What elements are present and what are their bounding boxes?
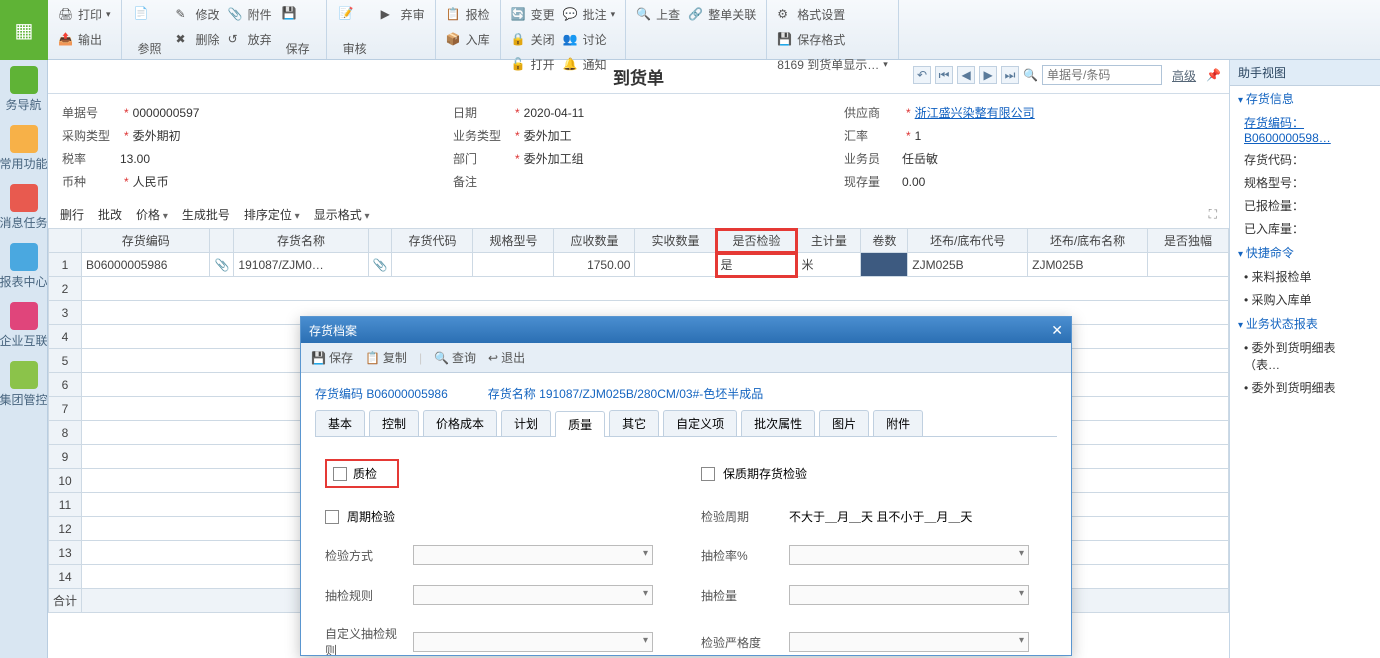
qc-highlight: 质检 [325, 459, 399, 488]
tab-batch[interactable]: 批次属性 [741, 410, 815, 436]
assistant-title: 助手视图 [1230, 60, 1380, 86]
nav-prev[interactable]: ◀ [957, 66, 975, 84]
dlg-exit-button[interactable]: ↩ 退出 [488, 349, 525, 366]
output-button[interactable]: 📤输出 [54, 29, 115, 50]
qc-checkbox[interactable] [333, 467, 347, 481]
sidebar-connect[interactable]: 企业互联 [0, 296, 48, 355]
abandon-button[interactable]: ↺放弃 [224, 29, 276, 50]
inv-code-link[interactable]: 存货编码：B0600000598… [1244, 116, 1331, 145]
tab-image[interactable]: 图片 [819, 410, 869, 436]
left-sidebar: 务导航 常用功能 消息任务 报表中心 企业互联 集团管控 [0, 60, 48, 658]
sample-qty-combo[interactable] [789, 585, 1029, 605]
nav-next[interactable]: ▶ [979, 66, 997, 84]
nav-last[interactable]: ⏭ [1001, 66, 1019, 84]
ribbon: 🖨打印▾ 📤输出 📄参照 ✎修改 ✖删除 📎附件 ↺放弃 💾保存 📝审核 ▶弃审 [48, 0, 1380, 59]
inventory-dialog: 存货档案 ✕ 💾 保存 📋 复制 | 🔍 查询 ↩ 退出 存货编码 B06000… [300, 316, 1072, 656]
search-icon: 🔍 [1023, 68, 1038, 82]
format-button[interactable]: ⚙格式设置 [773, 4, 892, 25]
tab-basic[interactable]: 基本 [315, 410, 365, 436]
nav-undo[interactable]: ↶ [913, 66, 931, 84]
advanced-link[interactable]: 高级 [1172, 67, 1196, 84]
nav-first[interactable]: ⏮ [935, 66, 953, 84]
display-dropdown[interactable]: 显示格式 [314, 206, 370, 223]
sample-rate-combo[interactable] [789, 545, 1029, 565]
prev-query-button[interactable]: 🔍上查 [632, 4, 684, 25]
sidebar-nav[interactable]: 务导航 [0, 60, 48, 119]
tab-other[interactable]: 其它 [609, 410, 659, 436]
quick-link-1[interactable]: 来料报检单 [1230, 265, 1380, 288]
tab-attach[interactable]: 附件 [873, 410, 923, 436]
save-button[interactable]: 💾保存 [276, 4, 320, 59]
section-quick[interactable]: 快捷命令 [1230, 240, 1380, 265]
tab-custom[interactable]: 自定义项 [663, 410, 737, 436]
sort-dropdown[interactable]: 排序定位 [244, 206, 300, 223]
shelf-checkbox[interactable] [701, 467, 715, 481]
price-dropdown[interactable]: 价格 [136, 206, 168, 223]
status-link-1[interactable]: 委外到货明细表（表… [1230, 336, 1380, 376]
reference-button[interactable]: 📄参照 [128, 4, 172, 59]
save-format-button[interactable]: 💾保存格式 [773, 29, 892, 50]
dlg-copy-button[interactable]: 📋 复制 [365, 349, 407, 366]
dialog-close-icon[interactable]: ✕ [1051, 322, 1063, 339]
doc-no-value: 0000000597 [133, 106, 200, 120]
grid-expand-icon[interactable]: ⛶ [1209, 207, 1217, 222]
period-checkbox[interactable] [325, 510, 339, 524]
dialog-title: 存货档案 [309, 322, 357, 339]
tab-plan[interactable]: 计划 [501, 410, 551, 436]
dialog-tabs: 基本 控制 价格成本 计划 质量 其它 自定义项 批次属性 图片 附件 [315, 410, 1057, 437]
dlg-inv-name: 191087/ZJM025B/280CM/03#-色坯半成品 [539, 387, 763, 401]
pin-icon[interactable]: 📌 [1206, 68, 1221, 82]
sidebar-msg[interactable]: 消息任务 [0, 178, 48, 237]
sidebar-report[interactable]: 报表中心 [0, 237, 48, 296]
sample-rule-combo[interactable] [413, 585, 653, 605]
assistant-panel: 助手视图 存货信息 存货编码：B0600000598… 存货代码： 规格型号： … [1230, 60, 1380, 658]
dlg-save-button[interactable]: 💾 保存 [311, 349, 353, 366]
tab-price[interactable]: 价格成本 [423, 410, 497, 436]
del-row-button[interactable]: 删行 [60, 206, 84, 223]
strictness-combo[interactable] [789, 632, 1029, 652]
section-inventory[interactable]: 存货信息 [1230, 86, 1380, 111]
tab-quality[interactable]: 质量 [555, 411, 605, 437]
quick-link-2[interactable]: 采购入库单 [1230, 288, 1380, 311]
audit-button[interactable]: 📝审核 [333, 4, 377, 59]
app-logo: ▦ [0, 0, 48, 60]
modify-button[interactable]: ✎修改 [172, 4, 224, 25]
dlg-query-button[interactable]: 🔍 查询 [434, 349, 476, 366]
sidebar-group[interactable]: 集团管控 [0, 355, 48, 414]
batch-edit-button[interactable]: 批改 [98, 206, 122, 223]
table-row[interactable]: 1 B06000005986📎 191087/ZJM0…📎 1750.00 是 … [49, 253, 1229, 277]
date-value: 2020-04-11 [524, 106, 585, 120]
check-cell: 是 [716, 253, 797, 277]
check-method-combo[interactable] [413, 545, 653, 565]
gen-batch-button[interactable]: 生成批号 [182, 206, 230, 223]
section-status[interactable]: 业务状态报表 [1230, 311, 1380, 336]
link-button[interactable]: 🔗整单关联 [684, 4, 760, 25]
form-header: 单据号*0000000597 日期*2020-04-11 供应商*浙江盛兴染整有… [48, 94, 1229, 200]
check-column-header: 是否检验 [716, 229, 797, 253]
delete-button[interactable]: ✖删除 [172, 29, 224, 50]
report-check-button[interactable]: 📋报检 [442, 4, 494, 25]
doc-title: 到货单 [613, 64, 664, 89]
change-button[interactable]: 🔄变更 [507, 4, 559, 25]
print-button[interactable]: 🖨打印▾ [54, 4, 115, 25]
sidebar-fav[interactable]: 常用功能 [0, 119, 48, 178]
grid-toolbar: 删行 批改 价格 生成批号 排序定位 显示格式 ⛶ [48, 200, 1229, 228]
supplier-link[interactable]: 浙江盛兴染整有限公司 [915, 104, 1035, 121]
instock-button[interactable]: 📦入库 [442, 29, 494, 50]
tab-control[interactable]: 控制 [369, 410, 419, 436]
clip-icon[interactable]: 📎 [373, 258, 388, 272]
custom-rule-combo[interactable] [413, 632, 653, 652]
discuss-button[interactable]: 👥讨论 [559, 29, 620, 50]
doc-search-input[interactable] [1042, 65, 1162, 85]
batchnote-button[interactable]: 💬批注▾ [559, 4, 620, 25]
status-link-2[interactable]: 委外到货明细表 [1230, 376, 1380, 399]
dlg-inv-code: B06000005986 [366, 387, 447, 401]
audit-fwd-button[interactable]: ▶弃审 [377, 4, 429, 25]
attach-button[interactable]: 📎附件 [224, 4, 276, 25]
close-button[interactable]: 🔒关闭 [507, 29, 559, 50]
clip-icon[interactable]: 📎 [214, 258, 229, 272]
